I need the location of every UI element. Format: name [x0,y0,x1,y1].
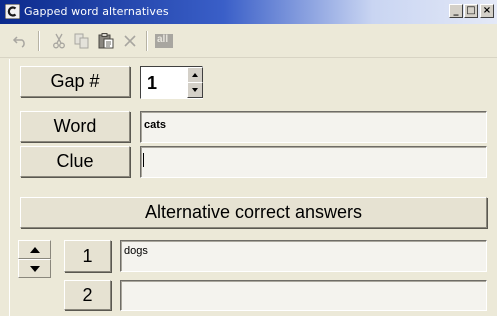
word-field[interactable]: cats [140,111,487,143]
word-label: Word [20,111,130,142]
move-down-button[interactable] [18,259,51,278]
undo-icon [12,36,25,48]
select-all-button[interactable]: all [154,32,174,50]
toolbar-separator [146,31,148,51]
spinner-up-button[interactable] [187,67,203,83]
spinner-down-button[interactable] [187,82,203,98]
alternatives-header: Alternative correct answers [20,197,487,228]
chevron-down-icon [192,88,198,92]
title-bar[interactable]: Gapped word alternatives _ □ × [0,0,497,24]
paste-button[interactable] [97,32,115,50]
gapped-word-alternatives-window: Gapped word alternatives _ □ × all Gap #… [0,0,497,316]
alternatives-header-text: Alternative correct answers [144,202,363,222]
answer-number-text: 1 [82,245,93,266]
move-up-button[interactable] [18,240,51,259]
toolbar: all [0,24,497,58]
minimize-icon: _ [453,5,459,16]
close-icon: × [482,5,492,16]
delete-icon [124,35,136,47]
copy-button[interactable] [73,32,91,50]
alternatives-panel: Gap # 1 Word cats Clue Alternative corre… [9,59,494,316]
paste-icon [98,33,114,49]
toolbar-separator [38,31,40,51]
cut-icon [53,33,65,49]
word-label-text: Word [53,116,97,136]
answer-value: dogs [124,245,148,257]
clue-field[interactable] [140,146,487,178]
answer-number-2[interactable]: 2 [64,280,111,310]
maximize-icon: □ [466,5,476,16]
arrow-up-icon [29,246,40,253]
minimize-button[interactable]: _ [449,4,463,18]
close-button[interactable]: × [480,4,494,18]
window-title: Gapped word alternatives [24,5,169,18]
gap-number-spinner[interactable]: 1 [140,66,203,99]
answer-field-2[interactable] [120,280,487,311]
chevron-up-icon [192,73,198,77]
answer-field-1[interactable]: dogs [120,240,487,272]
clue-label-text: Clue [56,151,94,171]
gap-label-text: Gap # [50,71,100,91]
app-icon [5,4,20,19]
answer-number-text: 2 [82,284,93,305]
select-all-label: all [157,34,169,45]
maximize-button[interactable]: □ [464,4,478,18]
text-caret [143,153,144,167]
delete-button[interactable] [121,32,139,50]
word-value: cats [144,119,167,131]
cut-button[interactable] [50,32,68,50]
undo-button[interactable] [11,32,29,50]
copy-icon [74,33,89,49]
answer-number-1[interactable]: 1 [64,240,111,272]
clue-label: Clue [20,146,130,177]
gap-number-value: 1 [147,73,158,93]
arrow-down-icon [29,265,40,272]
gap-number-label: Gap # [20,66,130,97]
